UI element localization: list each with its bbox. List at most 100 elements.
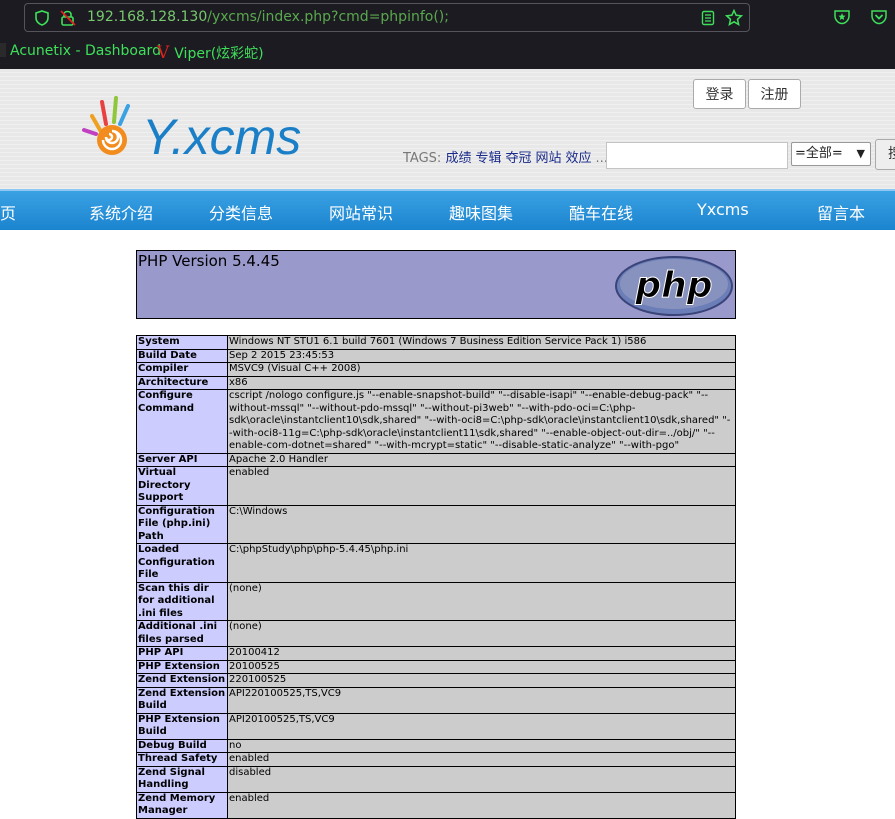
phpinfo-value: enabled — [227, 466, 736, 506]
phpinfo-value: Windows NT STU1 6.1 build 7601 (Windows … — [227, 335, 736, 350]
phpinfo-value: cscript /nologo configure.js "--enable-s… — [227, 389, 736, 454]
search-scope-value: =全部= — [795, 146, 843, 161]
php-logo[interactable]: php — [614, 255, 734, 317]
tag-link[interactable]: 效应 — [566, 151, 592, 166]
login-button[interactable]: 登录 — [693, 79, 746, 109]
phpinfo-key: PHP API — [136, 646, 228, 661]
tag-link[interactable]: 成绩 — [445, 151, 471, 166]
logo-text: Y.xcms — [142, 109, 301, 165]
phpinfo-key: Compiler — [136, 362, 228, 377]
phpinfo-key: Zend Extension Build — [136, 686, 228, 714]
bookmark-star-icon[interactable] — [725, 9, 743, 27]
phpinfo-row: PHP Extension Build API20100525,TS,VC9 — [136, 712, 736, 740]
phpinfo-value: C:\Windows — [227, 504, 736, 544]
phpinfo-row: Zend Extension Build API220100525,TS,VC9 — [136, 686, 736, 714]
nav-item-system-intro[interactable]: 系统介绍 — [89, 200, 153, 224]
main-nav: 页 系统介绍 分类信息 网站常识 趣味图集 酷车在线 Yxcms 留言本 — [0, 189, 895, 230]
nav-item-guestbook[interactable]: 留言本 — [817, 200, 865, 224]
phpinfo-key: Thread Safety — [136, 752, 228, 767]
phpinfo-row: PHP API 20100412 — [136, 646, 736, 661]
tag-link[interactable]: 网站 — [536, 151, 562, 166]
phpinfo-row: Zend Signal Handling disabled — [136, 765, 736, 793]
phpinfo-value: 20100525 — [227, 659, 736, 674]
phpinfo-key: Build Date — [136, 348, 228, 363]
phpinfo-row: PHP Extension 20100525 — [136, 659, 736, 674]
nav-item-home[interactable]: 页 — [0, 200, 16, 224]
phpinfo-key: Scan this dir for additional .ini files — [136, 581, 228, 621]
phpinfo-value: C:\phpStudy\php\php-5.4.45\php.ini — [227, 543, 736, 583]
bookmark-viper[interactable]: V Viper(炫彩蛇) — [157, 43, 264, 63]
phpinfo-row: Configuration File (php.ini) Path C:\Wind… — [136, 504, 736, 544]
phpinfo-row: Configure Command cscript /nologo configu… — [136, 389, 736, 454]
php-version-header: PHP Version 5.4.45 php — [136, 250, 736, 319]
phpinfo-value: enabled — [227, 791, 736, 819]
phpinfo-row: Build Date Sep 2 2015 23:45:53 — [136, 348, 736, 363]
phpinfo-row: Server API Apache 2.0 Handler — [136, 452, 736, 467]
register-button[interactable]: 注册 — [748, 79, 801, 109]
php-version-title: PHP Version 5.4.45 — [138, 252, 280, 270]
url-host: 192.168.128.130 — [87, 9, 208, 25]
nav-item-category-info[interactable]: 分类信息 — [209, 200, 273, 224]
phpinfo-value: (none) — [227, 620, 736, 647]
phpinfo-value: enabled — [227, 752, 736, 767]
phpinfo-key: Server API — [136, 452, 228, 467]
tags-bar: TAGS: 成绩 专辑 夺冠 网站 效应... — [403, 147, 608, 166]
tag-link[interactable]: 夺冠 — [505, 151, 531, 166]
search-scope-select[interactable]: =全部= ▼ — [791, 142, 871, 166]
nav-item-cars[interactable]: 酷车在线 — [569, 200, 633, 224]
viper-favicon-icon: V — [157, 43, 170, 63]
insecure-lock-icon[interactable] — [59, 9, 77, 27]
bookmark-acunetix[interactable]: Acunetix - Dashboard — [0, 43, 161, 63]
search-button[interactable]: 搜 — [875, 139, 895, 170]
browser-chrome: 192.168.128.130/yxcms/index.php?cmd=phpi… — [0, 0, 895, 69]
acunetix-favicon-icon — [0, 43, 6, 57]
reader-view-icon[interactable] — [700, 10, 716, 26]
phpinfo-row: Debug Build no — [136, 738, 736, 753]
phpinfo-key: Loaded Configuration File — [136, 543, 228, 583]
phpinfo-key: PHP Extension Build — [136, 712, 228, 740]
phpinfo-key: Zend Extension — [136, 673, 228, 688]
phpinfo-row: System Windows NT STU1 6.1 build 7601 (Wi… — [136, 335, 736, 350]
nav-item-site-tips[interactable]: 网站常识 — [329, 200, 393, 224]
phpinfo-value: 220100525 — [227, 673, 736, 688]
phpinfo-value: MSVC9 (Visual C++ 2008) — [227, 362, 736, 377]
phpinfo-value: API20100525,TS,VC9 — [227, 712, 736, 740]
nav-item-yxcms[interactable]: Yxcms — [697, 200, 749, 219]
phpinfo-value: no — [227, 738, 736, 753]
phpinfo-key: PHP Extension — [136, 659, 228, 674]
search-input[interactable] — [606, 142, 788, 169]
phpinfo-row: Zend Memory Manager enabled — [136, 791, 736, 819]
phpinfo-key: Additional .ini files parsed — [136, 620, 228, 647]
site-header: Y.xcms 登录 注册 TAGS: 成绩专辑夺冠网站效应... =全部= ▼ 搜 — [0, 69, 895, 189]
shield-icon[interactable] — [34, 10, 50, 26]
chevron-down-icon: ▼ — [856, 147, 865, 160]
tags-label: TAGS: — [403, 151, 442, 166]
phpinfo-key: Zend Memory Manager — [136, 791, 228, 819]
phpinfo-row: Zend Extension 220100525 — [136, 673, 736, 688]
yxcms-logo[interactable]: Y.xcms — [82, 96, 342, 166]
address-bar[interactable]: 192.168.128.130/yxcms/index.php?cmd=phpi… — [24, 3, 750, 32]
phpinfo-row: Additional .ini files parsed (none) — [136, 620, 736, 647]
tag-link[interactable]: 专辑 — [475, 151, 501, 166]
phpinfo-row: Scan this dir for additional .ini files(… — [136, 581, 736, 621]
phpinfo-key: Virtual Directory Support — [136, 466, 228, 506]
phpinfo-value: Apache 2.0 Handler — [227, 452, 736, 467]
phpinfo-row: Compiler MSVC9 (Visual C++ 2008) — [136, 362, 736, 377]
phpinfo-value: x86 — [227, 375, 736, 390]
phpinfo-key: Debug Build — [136, 738, 228, 753]
phpinfo-key: System — [136, 335, 228, 350]
phpinfo-key: Architecture — [136, 375, 228, 390]
svg-text:php: php — [634, 265, 712, 306]
pocket-icon[interactable] — [870, 8, 888, 26]
url-text[interactable]: 192.168.128.130/yxcms/index.php?cmd=phpi… — [87, 9, 449, 25]
phpinfo-value: API220100525,TS,VC9 — [227, 686, 736, 714]
swirl-logo-icon — [82, 96, 130, 155]
pocket-save-icon[interactable] — [833, 8, 851, 26]
nav-item-gallery[interactable]: 趣味图集 — [449, 200, 513, 224]
phpinfo-table: System Windows NT STU1 6.1 build 7601 (Wi… — [136, 335, 736, 819]
bookmark-label: Viper(炫彩蛇) — [174, 46, 264, 62]
phpinfo-value: (none) — [227, 581, 736, 621]
phpinfo-value: 20100412 — [227, 646, 736, 661]
phpinfo-row: Architecture x86 — [136, 375, 736, 390]
bookmark-label: Acunetix - Dashboard — [10, 43, 161, 59]
